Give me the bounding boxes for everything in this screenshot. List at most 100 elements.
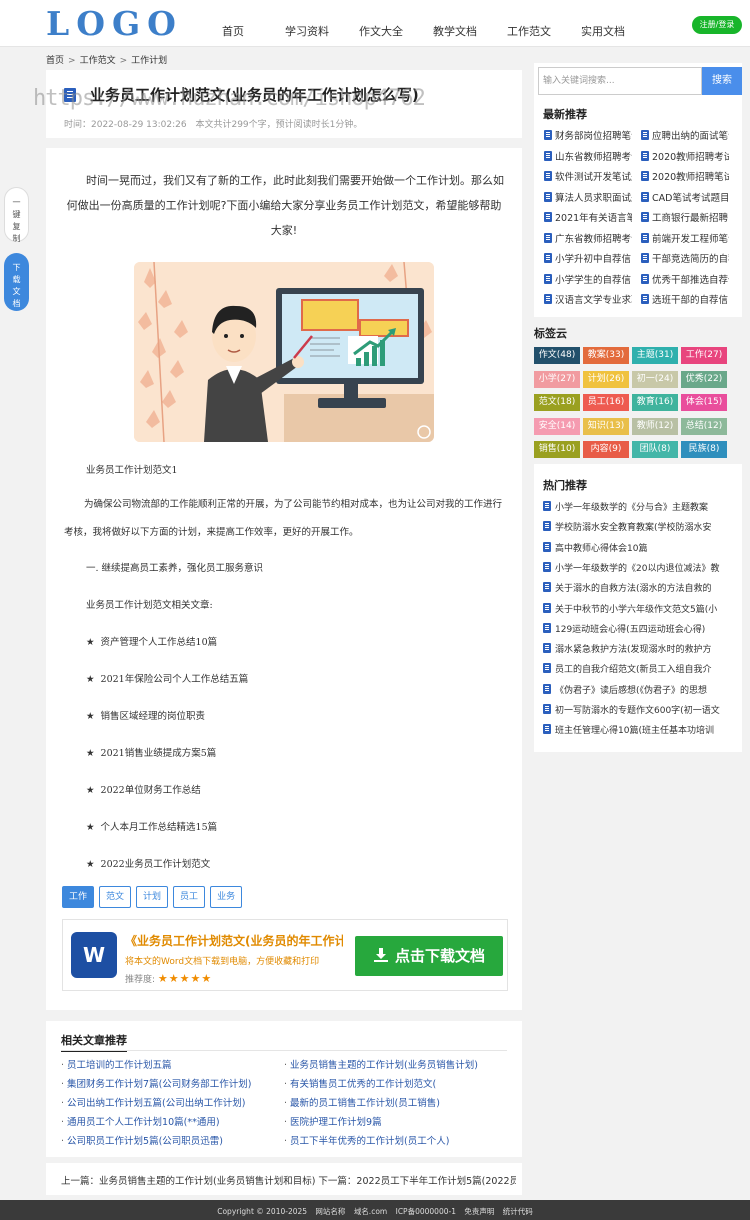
download-button[interactable]: 点击下载文档: [355, 936, 503, 976]
tagcloud-tag[interactable]: 教师(12): [632, 417, 678, 435]
related-link[interactable]: 2022业务员工作计划范文: [86, 856, 211, 870]
nav-home[interactable]: 首页: [196, 23, 270, 39]
search-button[interactable]: 搜索: [702, 67, 742, 95]
latest-item[interactable]: 优秀干部推选自荐信: [641, 272, 729, 286]
tag-sample[interactable]: 范文: [99, 886, 132, 908]
tagcloud-tag[interactable]: 初一(24): [632, 370, 678, 388]
latest-item[interactable]: 2021年有关语言笔试: [544, 210, 632, 224]
latest-item[interactable]: 选班干部的自荐信: [641, 292, 729, 306]
publish-time: 时间：2022-08-29 13:02:26: [64, 120, 187, 130]
hot-item[interactable]: 学校防溺水安全教育教案(学校防溺水安: [543, 520, 733, 533]
tagcloud-tag[interactable]: 工作(27): [681, 347, 727, 364]
tagcloud-tag[interactable]: 民族(8): [681, 441, 727, 458]
latest-item[interactable]: CAD笔试考试题目: [641, 190, 729, 204]
latest-item[interactable]: 汉语言文学专业求职: [544, 292, 632, 306]
latest-item[interactable]: 山东省教师招聘考试: [544, 149, 632, 163]
tagcloud-tag[interactable]: 作文(48): [534, 347, 580, 364]
hot-item[interactable]: 小学一年级数学的《20以内退位减法》教: [543, 561, 733, 574]
tagcloud-tag[interactable]: 安全(14): [534, 417, 580, 435]
tagcloud-tag[interactable]: 总结(12): [681, 417, 727, 435]
related-link[interactable]: 2022单位财务工作总结: [86, 782, 201, 796]
document-icon: [544, 191, 552, 202]
tagcloud-tag[interactable]: 体会(15): [681, 394, 727, 411]
latest-item[interactable]: 前端开发工程师笔试: [641, 231, 729, 245]
hot-item[interactable]: 溺水紧急救护方法(发现溺水时的救护方: [543, 642, 733, 655]
hot-item[interactable]: 关于中秋节的小学六年级作文范文5篇(小: [543, 602, 733, 615]
related-link[interactable]: 个人本月工作总结精选15篇: [86, 819, 218, 833]
related-link[interactable]: 销售区域经理的岗位职责: [86, 708, 206, 722]
tagcloud-tag[interactable]: 优秀(22): [681, 370, 727, 388]
footer-stats[interactable]: 统计代码: [503, 1207, 533, 1216]
hot-item[interactable]: 高中教师心得体会10篇: [543, 541, 733, 554]
related-item[interactable]: 员工培训的工作计划五篇: [61, 1057, 271, 1071]
hot-item[interactable]: 《伪君子》读后感想(《伪君子》的思想: [543, 683, 733, 696]
related-item[interactable]: 有关销售员工优秀的工作计划范文(: [284, 1076, 494, 1090]
related-item[interactable]: 员工下半年优秀的工作计划(员工个人): [284, 1133, 494, 1147]
related-link[interactable]: 2021年保险公司个人工作总结五篇: [86, 671, 249, 685]
breadcrumb-category[interactable]: 工作范文: [80, 56, 116, 66]
breadcrumb-current[interactable]: 工作计划: [131, 56, 167, 66]
footer: Copyright © 2010-2025 网站名称 域名.com ICP备00…: [0, 1200, 750, 1220]
related-item[interactable]: 公司职员工作计划5篇(公司职员迅雷): [61, 1133, 271, 1147]
footer-disclaimer[interactable]: 免责声明: [464, 1207, 494, 1216]
nav-essay[interactable]: 作文大全: [344, 23, 418, 39]
footer-site-name[interactable]: 网站名称: [315, 1207, 345, 1216]
related-item[interactable]: 业务员销售主题的工作计划(业务员销售计划): [284, 1057, 494, 1071]
tagcloud-tag[interactable]: 团队(8): [632, 441, 678, 458]
document-icon: [641, 212, 649, 222]
related-item[interactable]: 通用员工个人工作计划10篇(**通用): [61, 1114, 271, 1128]
latest-item[interactable]: 软件测试开发笔试题: [544, 169, 632, 183]
related-item[interactable]: 集团财务工作计划7篇(公司财务部工作计划): [61, 1076, 271, 1090]
copy-button[interactable]: 一键复制: [4, 187, 29, 243]
login-button[interactable]: 注册/登录: [692, 16, 742, 34]
hot-item[interactable]: 初一写防溺水的专题作文600字(初一语文: [543, 703, 733, 716]
latest-item[interactable]: 小学学生的自荐信: [544, 272, 632, 286]
tagcloud-tag[interactable]: 内容(9): [583, 441, 629, 458]
nav-teaching[interactable]: 教学文档: [418, 23, 492, 39]
latest-item[interactable]: 应聘出纳的面试笔试: [641, 128, 729, 142]
search-input[interactable]: 输入关键词搜索...: [538, 67, 702, 95]
hot-item[interactable]: 员工的自我介绍范文(新员工入组自我介: [543, 662, 733, 675]
footer-domain[interactable]: 域名.com: [354, 1207, 387, 1216]
tagcloud-tag[interactable]: 计划(26): [583, 370, 629, 388]
prev-next-links[interactable]: 上一篇：业务员销售主题的工作计划(业务员销售计划和目标) 下一篇：2022员工下…: [61, 1173, 516, 1187]
latest-item[interactable]: 2020教师招聘笔试: [641, 169, 729, 183]
latest-item[interactable]: 算法人员求职面试题: [544, 190, 632, 204]
latest-item[interactable]: 广东省教师招聘考试: [544, 231, 632, 245]
tag-staff[interactable]: 员工: [173, 886, 206, 908]
related-item[interactable]: 公司出纳工作计划五篇(公司出纳工作计划): [61, 1095, 271, 1109]
related-link[interactable]: 资产管理个人工作总结10篇: [86, 634, 218, 648]
tagcloud-tag[interactable]: 主题(31): [632, 347, 678, 364]
latest-item[interactable]: 2020教师招聘考试: [641, 149, 729, 163]
hot-item[interactable]: 班主任管理心得10篇(班主任基本功培训: [543, 723, 733, 736]
tag-business[interactable]: 业务: [210, 886, 243, 908]
breadcrumb-home[interactable]: 首页: [46, 56, 64, 66]
tagcloud-tag[interactable]: 范文(18): [534, 394, 580, 411]
hot-item[interactable]: 小学一年级数学的《分与合》主题教案: [543, 500, 733, 513]
latest-item[interactable]: 小学升初中自荐信: [544, 251, 632, 265]
tag-plan[interactable]: 计划: [136, 886, 169, 908]
site-logo[interactable]: LOGO: [46, 4, 183, 43]
latest-item[interactable]: 财务部岗位招聘笔试: [544, 128, 632, 142]
latest-item[interactable]: 工商银行最新招聘: [641, 210, 729, 224]
related-link[interactable]: 2021销售业绩提成方案5篇: [86, 745, 217, 759]
tagcloud-tag[interactable]: 知识(13): [583, 417, 629, 435]
tagcloud-tag[interactable]: 小学(27): [534, 370, 580, 388]
tag-work[interactable]: 工作: [62, 886, 95, 908]
hot-item[interactable]: 129运动班会心得(五四运动班会心得): [543, 622, 733, 635]
tagcloud-tag[interactable]: 教育(16): [632, 394, 678, 411]
tagcloud-tag[interactable]: 员工(16): [583, 394, 629, 411]
download-title[interactable]: 《业务员工作计划范文(业务员的年工作计划怎么写)》: [125, 932, 343, 949]
nav-practical[interactable]: 实用文档: [566, 23, 640, 39]
tagcloud-tag[interactable]: 销售(10): [534, 441, 580, 458]
footer-icp[interactable]: ICP备0000000-1: [396, 1207, 456, 1216]
tagcloud-tag[interactable]: 教案(33): [583, 347, 629, 364]
download-side-button[interactable]: 下载文档: [4, 253, 29, 311]
hot-item[interactable]: 关于溺水的自救方法(溺水的方法自救的: [543, 581, 733, 594]
latest-item-label: 算法人员求职面试题: [555, 192, 632, 204]
nav-study[interactable]: 学习资料: [270, 23, 344, 39]
latest-item[interactable]: 干部竞选简历的自荐: [641, 251, 729, 265]
related-item[interactable]: 最新的员工销售工作计划(员工销售): [284, 1095, 494, 1109]
related-item[interactable]: 医院护理工作计划9篇: [284, 1114, 494, 1128]
nav-work[interactable]: 工作范文: [492, 23, 566, 39]
